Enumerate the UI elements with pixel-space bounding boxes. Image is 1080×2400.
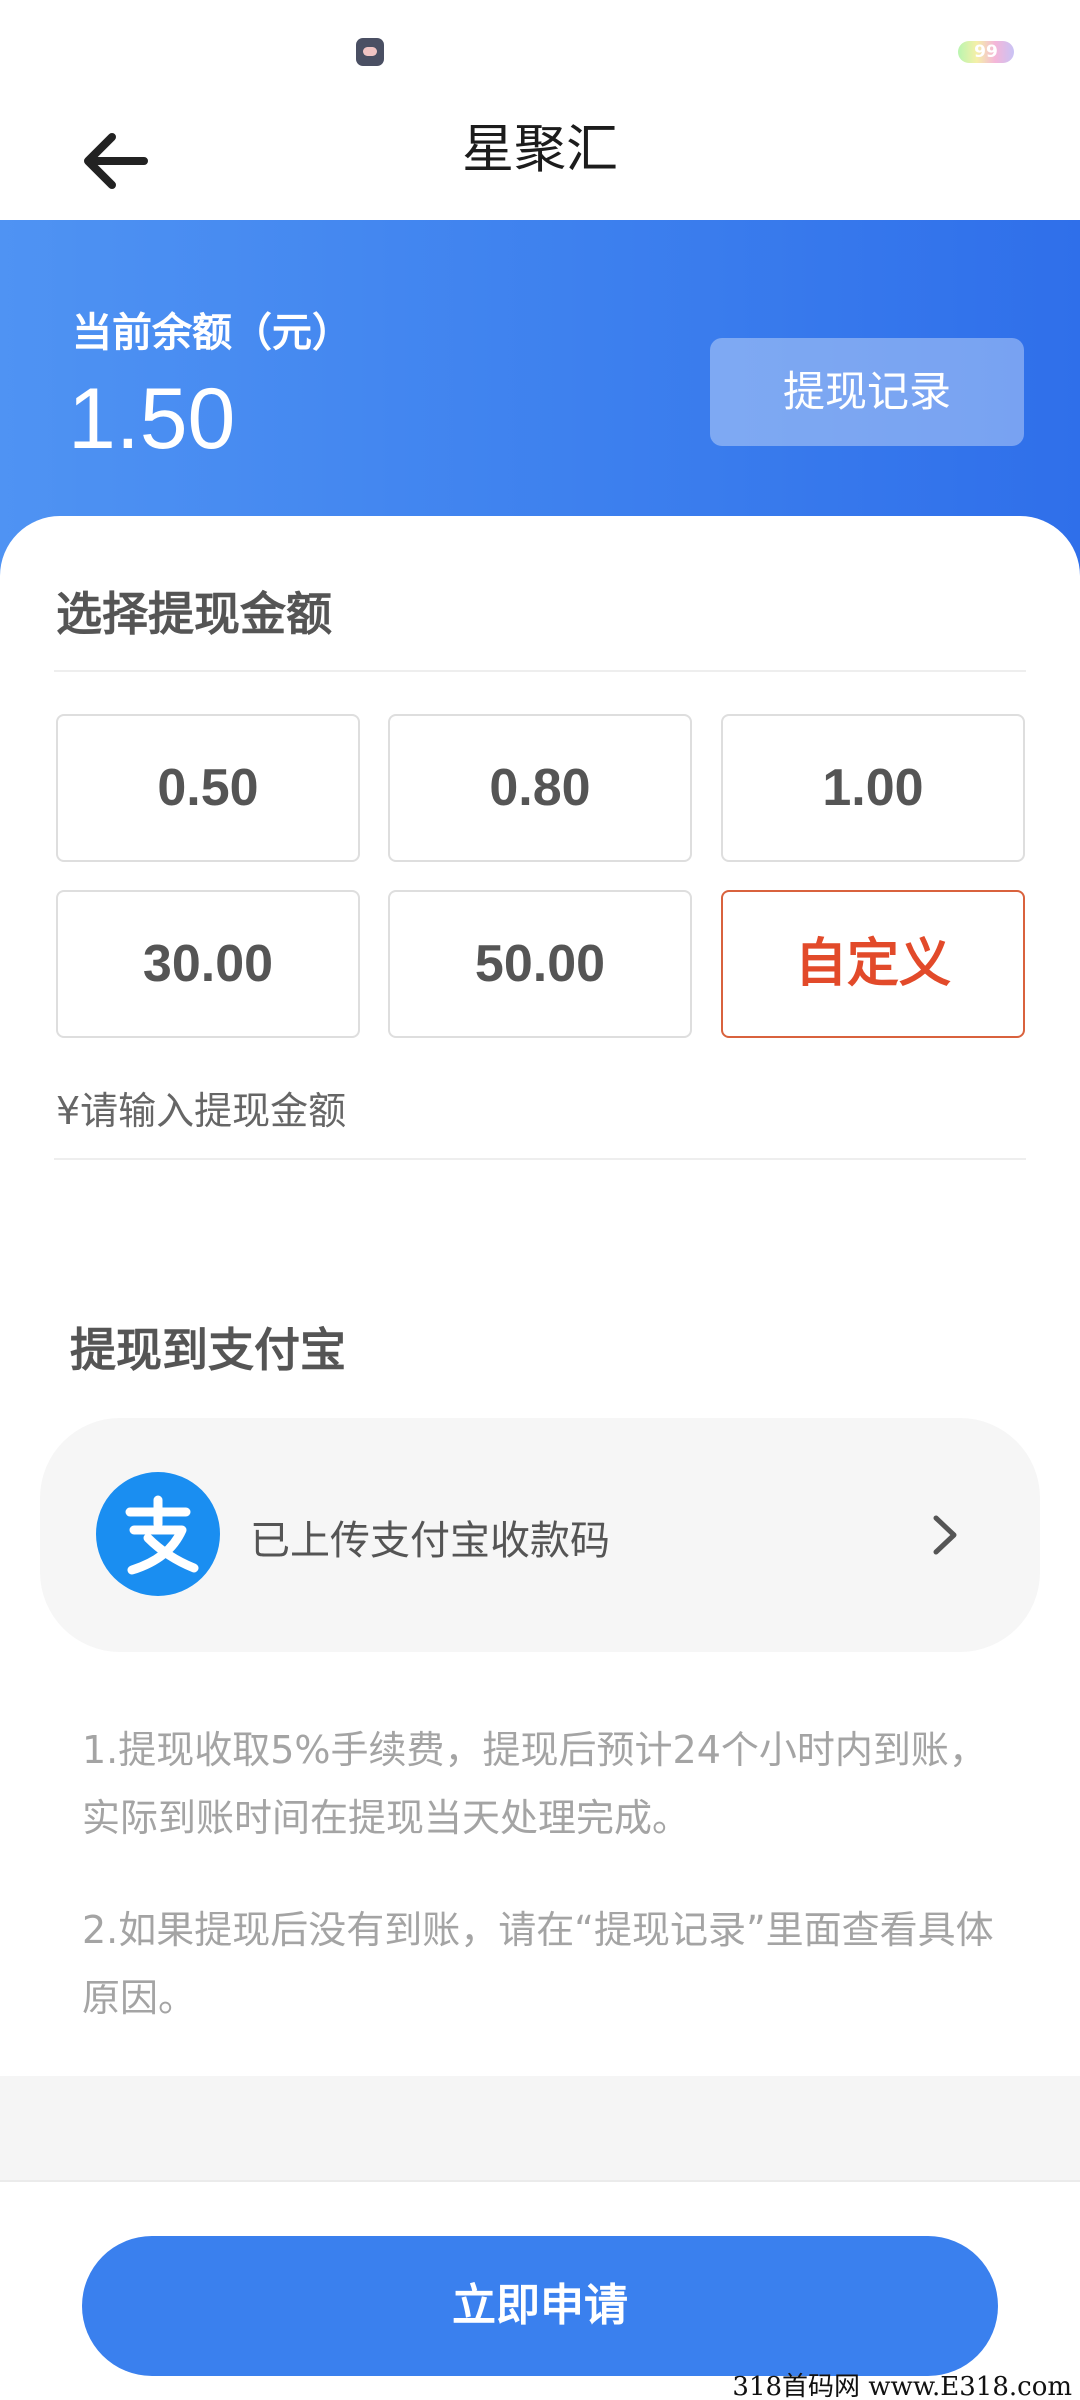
back-button[interactable] <box>70 115 160 205</box>
notification-app-icon <box>356 38 384 66</box>
amount-option-0-80[interactable]: 0.80 <box>388 714 692 862</box>
amount-option-30-00[interactable]: 30.00 <box>56 890 360 1038</box>
nav-bar: 星聚汇 <box>0 95 1080 220</box>
withdraw-card: 选择提现金额 0.50 0.80 1.00 30.00 50.00 自定义 提现… <box>0 516 1080 2076</box>
withdraw-page: 99 星聚汇 当前余额（元） 1.50 提现记录 选择提现金额 0.50 0.8… <box>0 0 1080 2400</box>
spacer-band <box>0 2076 1080 2180</box>
divider <box>54 1158 1026 1160</box>
status-bar: 99 <box>0 0 1080 95</box>
withdraw-note-records: 2.如果提现后没有到账，请在“提现记录”里面查看具体原因。 <box>82 1908 994 2020</box>
apply-button[interactable]: 立即申请 <box>82 2236 998 2376</box>
amount-input[interactable] <box>56 1066 1026 1156</box>
arrow-left-icon <box>84 133 148 189</box>
page-title: 星聚汇 <box>461 120 618 180</box>
divider <box>54 670 1026 672</box>
alipay-status-text: 已上传支付宝收款码 <box>250 1518 610 1564</box>
withdraw-records-button[interactable]: 提现记录 <box>710 338 1024 446</box>
balance-value: 1.50 <box>68 371 236 467</box>
amount-option-custom[interactable]: 自定义 <box>721 890 1025 1038</box>
chevron-right-icon <box>933 1515 957 1555</box>
amount-option-0-50[interactable]: 0.50 <box>56 714 360 862</box>
amount-option-1-00[interactable]: 1.00 <box>721 714 1025 862</box>
alipay-account-row[interactable]: 已上传支付宝收款码 <box>40 1418 1040 1652</box>
battery-indicator: 99 <box>958 41 1014 63</box>
watermark-text: 318首码网 www.E318.com <box>732 2372 1072 2400</box>
alipay-logo-icon <box>96 1472 220 1596</box>
balance-label: 当前余额（元） <box>72 310 352 356</box>
withdraw-note-fee: 1.提现收取5%手续费，提现后预计24个小时内到账，实际到账时间在提现当天处理完… <box>82 1728 987 1840</box>
amount-section-title: 选择提现金额 <box>56 587 332 641</box>
amount-option-50-00[interactable]: 50.00 <box>388 890 692 1038</box>
alipay-section-title: 提现到支付宝 <box>70 1323 346 1377</box>
